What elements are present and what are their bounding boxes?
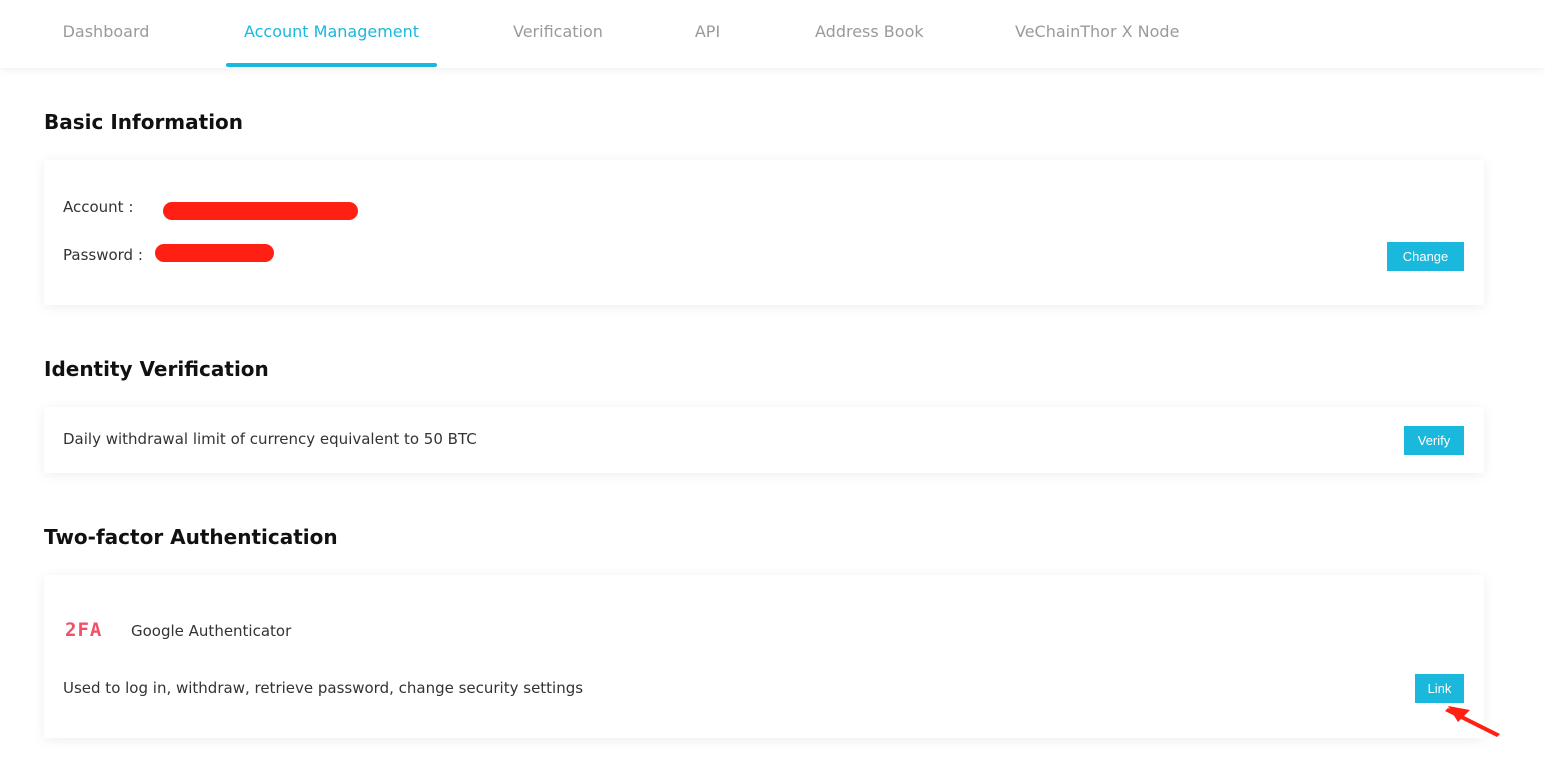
verify-button[interactable]: Verify xyxy=(1404,426,1464,455)
tab-dashboard[interactable]: Dashboard xyxy=(62,0,150,68)
google-authenticator-label: Google Authenticator xyxy=(131,622,292,640)
tab-verification[interactable]: Verification xyxy=(513,0,603,68)
password-label: Password : xyxy=(63,246,143,264)
tab-api[interactable]: API xyxy=(694,0,721,68)
tab-vechainthor-x-node[interactable]: VeChainThor X Node xyxy=(1015,0,1179,68)
change-password-button[interactable]: Change xyxy=(1387,242,1464,271)
basic-information-heading: Basic Information xyxy=(44,110,244,134)
account-label: Account : xyxy=(63,198,134,216)
two-factor-card: 2FA Google Authenticator Used to log in,… xyxy=(44,575,1484,738)
tab-address-book[interactable]: Address Book xyxy=(815,0,924,68)
top-navigation: Dashboard Account Management Verificatio… xyxy=(0,0,1545,68)
annotation-arrow-icon xyxy=(1445,706,1500,737)
2fa-icon: 2FA xyxy=(65,619,103,641)
password-redaction xyxy=(155,244,274,262)
basic-information-card: Account : Password : Change xyxy=(44,160,1484,305)
identity-verification-card: Daily withdrawal limit of currency equiv… xyxy=(44,407,1484,473)
withdrawal-limit-text: Daily withdrawal limit of currency equiv… xyxy=(63,430,477,448)
two-factor-description: Used to log in, withdraw, retrieve passw… xyxy=(63,679,584,697)
two-factor-heading: Two-factor Authentication xyxy=(44,525,338,549)
identity-verification-heading: Identity Verification xyxy=(44,357,269,381)
tab-account-management[interactable]: Account Management xyxy=(226,0,437,68)
account-redaction xyxy=(163,202,358,220)
active-tab-indicator xyxy=(226,63,437,67)
